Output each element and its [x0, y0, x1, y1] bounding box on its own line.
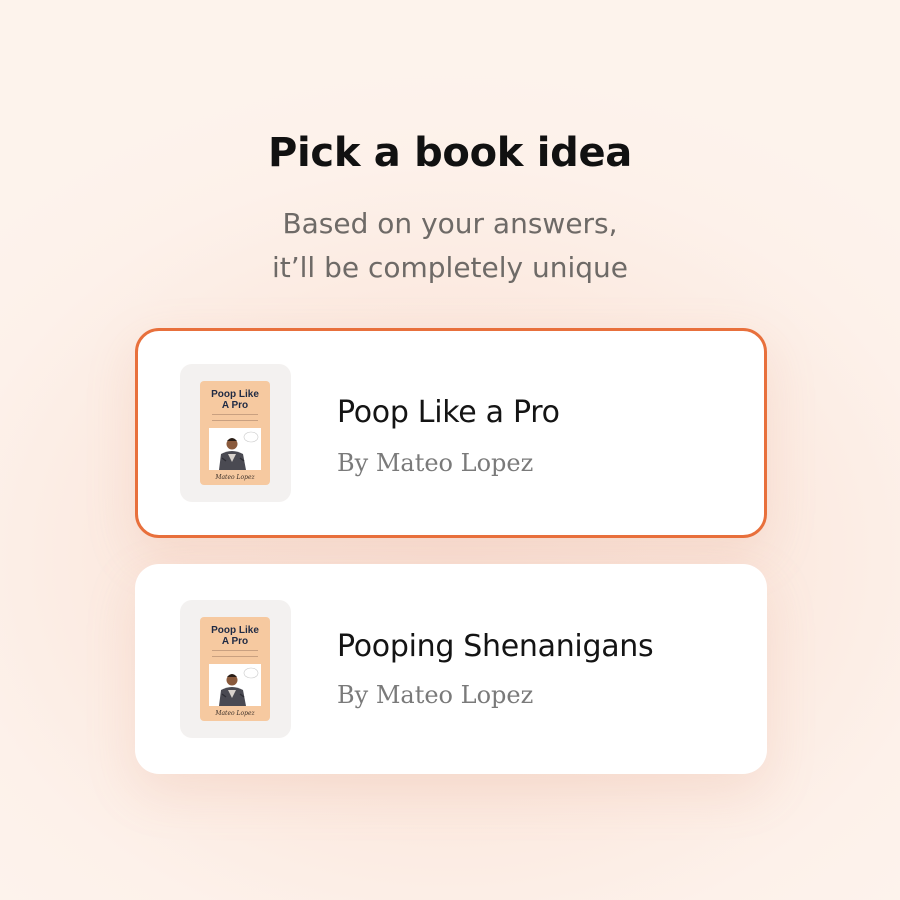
book-author: By Mateo Lopez [337, 681, 534, 709]
cover-title: Poop Like A Pro [211, 625, 259, 647]
book-title: Pooping Shenanigans [337, 629, 654, 664]
subtitle-line-1: Based on your answers, [282, 207, 618, 240]
author-photo [209, 428, 261, 470]
book-option-card-2[interactable]: Poop Like A Pro Mateo Lopez Pooping Shen… [135, 564, 767, 774]
book-cover: Poop Like A Pro Mateo Lopez [200, 617, 270, 721]
book-title: Poop Like a Pro [337, 395, 560, 430]
subtitle-line-2: it’ll be completely unique [271, 251, 629, 284]
cover-subtitle-lines [212, 414, 258, 421]
book-cover-thumbnail: Poop Like A Pro Mateo Lopez [180, 600, 291, 738]
page-title: Pick a book idea [268, 130, 632, 176]
book-cover-thumbnail: Poop Like A Pro Mateo Lopez [180, 364, 291, 502]
cover-title: Poop Like A Pro [211, 389, 259, 411]
cover-author: Mateo Lopez [215, 474, 255, 481]
book-author: By Mateo Lopez [337, 449, 534, 477]
book-cover: Poop Like A Pro Mateo Lopez [200, 381, 270, 485]
subtitle: Based on your answers, it’ll be complete… [0, 202, 900, 290]
author-photo [209, 664, 261, 706]
cover-subtitle-lines [212, 650, 258, 657]
cover-author: Mateo Lopez [215, 710, 255, 717]
book-option-card-1[interactable]: Poop Like A Pro Mateo Lopez Poop Like a … [135, 328, 767, 538]
